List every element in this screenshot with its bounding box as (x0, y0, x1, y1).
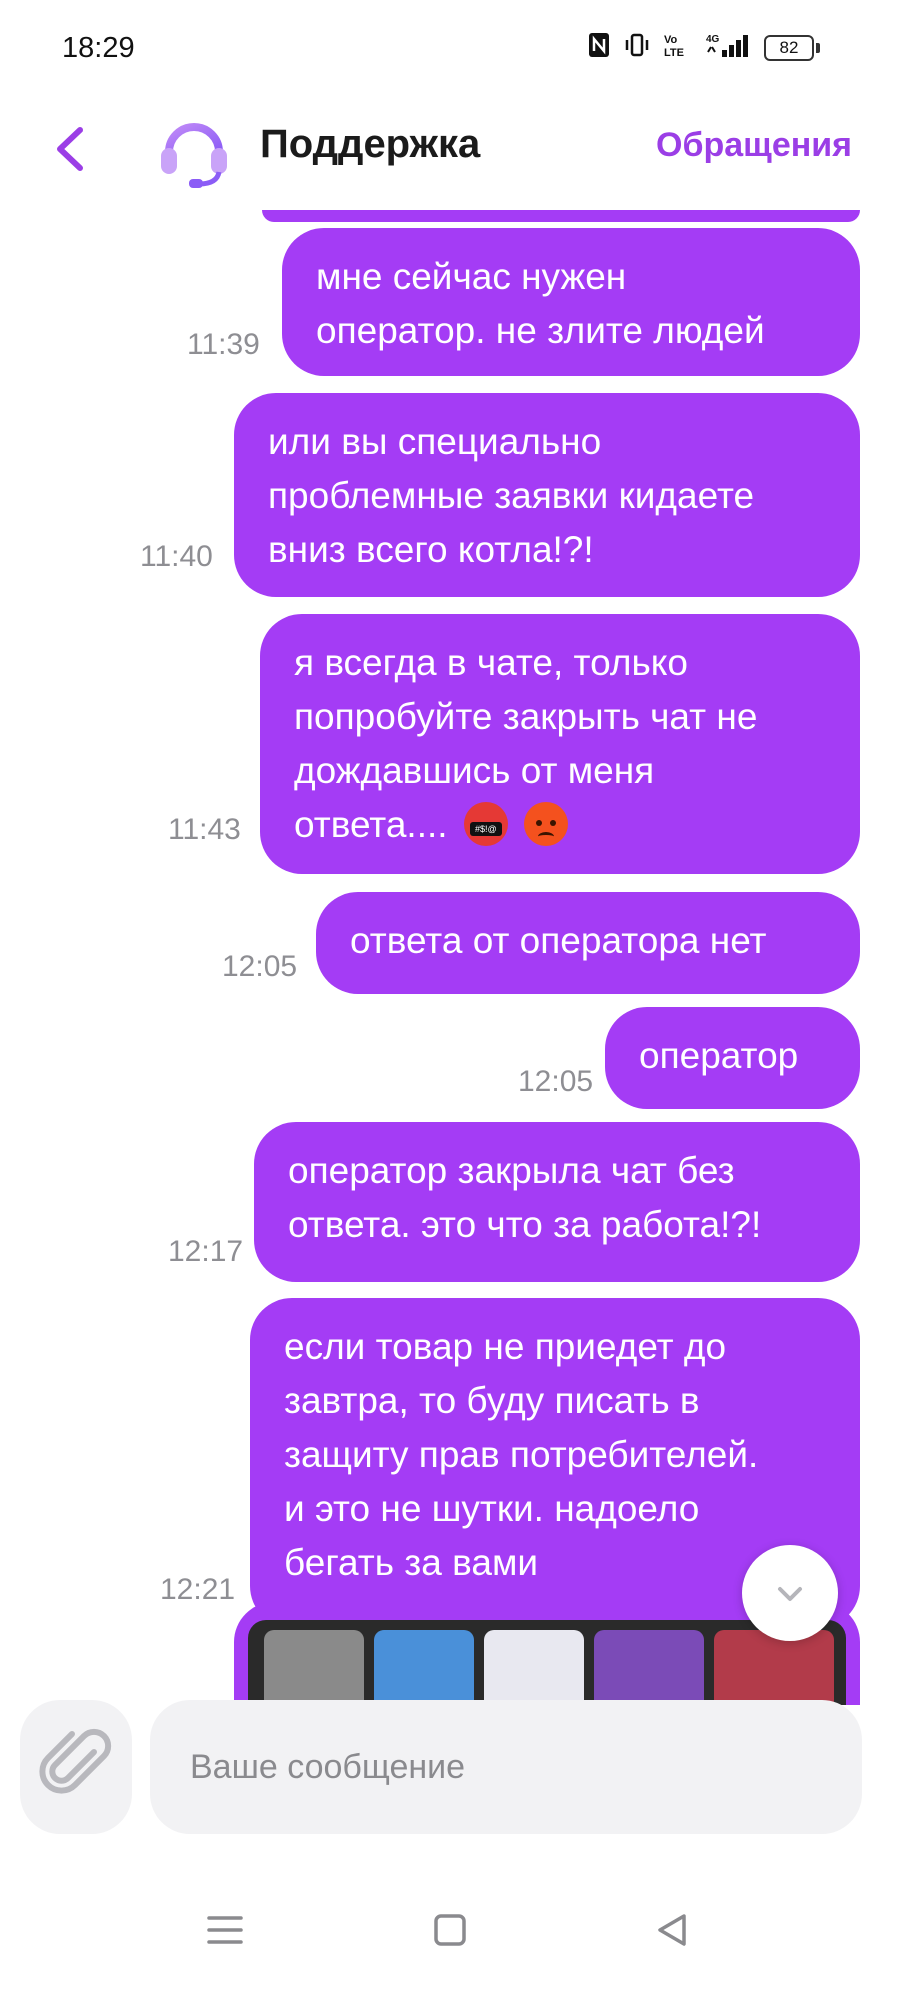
system-back-button[interactable] (642, 1900, 702, 1960)
message-line: ответа. это что за работа!?! (288, 1204, 762, 1245)
status-time: 18:29 (62, 32, 135, 64)
message-time: 12:05 (222, 950, 298, 983)
status-bar: 18:29 Vo LTE 4G 82 (0, 0, 900, 100)
message-line: если товар не приедет до (284, 1326, 727, 1367)
svg-text:LTE: LTE (664, 47, 684, 58)
message-time: 11:40 (140, 540, 213, 573)
attach-button[interactable] (20, 1700, 132, 1834)
message-bubble[interactable]: оператор закрыла чат без ответа. это что… (254, 1122, 860, 1282)
message-line: вниз всего котла!?! (268, 529, 594, 570)
message-time: 12:21 (160, 1573, 236, 1606)
home-square-icon (434, 1914, 466, 1946)
message-list[interactable]: 11:39 мне сейчас нужен оператор. не злит… (0, 210, 900, 1705)
vibrate-icon (624, 33, 650, 63)
headset-icon (155, 112, 233, 190)
system-nav-bar (0, 1860, 900, 2010)
battery-icon: 82 (764, 35, 820, 61)
message-line: попробуйте закрыть чат не (294, 696, 758, 737)
volte-icon: Vo LTE (664, 32, 692, 64)
message-time: 12:17 (168, 1235, 244, 1268)
message-line: или вы специально (268, 421, 602, 462)
message-line: дождавшись от меня (294, 750, 655, 791)
back-button[interactable] (46, 124, 96, 174)
message-line: проблемные заявки кидаете (268, 475, 755, 516)
svg-text:4G: 4G (706, 34, 720, 45)
message-line: мне сейчас нужен (316, 256, 627, 297)
message-line: оператор закрыла чат без (288, 1150, 735, 1191)
message-bubble[interactable]: ответа от оператора нет (316, 892, 860, 994)
scroll-down-button[interactable] (742, 1545, 838, 1641)
message-line: я всегда в чате, только (294, 642, 688, 683)
back-triangle-icon (658, 1914, 686, 1946)
message-bubble[interactable]: оператор (605, 1007, 860, 1109)
chat-header: Поддержка Обращения (0, 100, 900, 210)
message-bubble[interactable]: или вы специально проблемные заявки кида… (234, 393, 860, 597)
message-line: ответа.... (294, 804, 448, 845)
message-time: 11:39 (187, 328, 260, 361)
message-line: оператор (639, 1035, 799, 1076)
home-button[interactable] (420, 1900, 480, 1960)
status-icons: Vo LTE 4G 82 (588, 32, 820, 64)
message-line: защиту прав потребителей. (284, 1434, 759, 1475)
message-line: ответа от оператора нет (350, 920, 767, 961)
page-title: Поддержка (260, 122, 481, 166)
menu-icon (207, 1916, 243, 1944)
message-input[interactable]: Ваше сообщение (150, 1700, 862, 1834)
swearing-face-emoji: #$!@ (463, 802, 508, 847)
signal-4g-icon: 4G (706, 32, 750, 64)
message-line: завтра, то буду писать в (284, 1380, 700, 1421)
message-line: оператор. не злите людей (316, 310, 765, 351)
svg-text:Vo: Vo (664, 34, 678, 46)
previous-message-bubble (262, 210, 860, 222)
message-time: 12:05 (518, 1065, 594, 1098)
angry-face-emoji (524, 802, 569, 847)
battery-level: 82 (764, 35, 814, 61)
message-bubble[interactable]: мне сейчас нужен оператор. не злите люде… (282, 228, 860, 376)
nfc-icon (588, 32, 610, 64)
paperclip-icon (39, 1728, 112, 1794)
chevron-down-icon (778, 1587, 802, 1601)
message-time: 11:43 (168, 813, 241, 846)
appeals-link[interactable]: Обращения (656, 126, 852, 165)
menu-button[interactable] (195, 1900, 255, 1960)
message-line: и это не шутки. надоело (284, 1488, 700, 1529)
message-bubble[interactable]: я всегда в чате, только попробуйте закры… (260, 614, 860, 874)
back-chevron-icon (57, 127, 83, 171)
